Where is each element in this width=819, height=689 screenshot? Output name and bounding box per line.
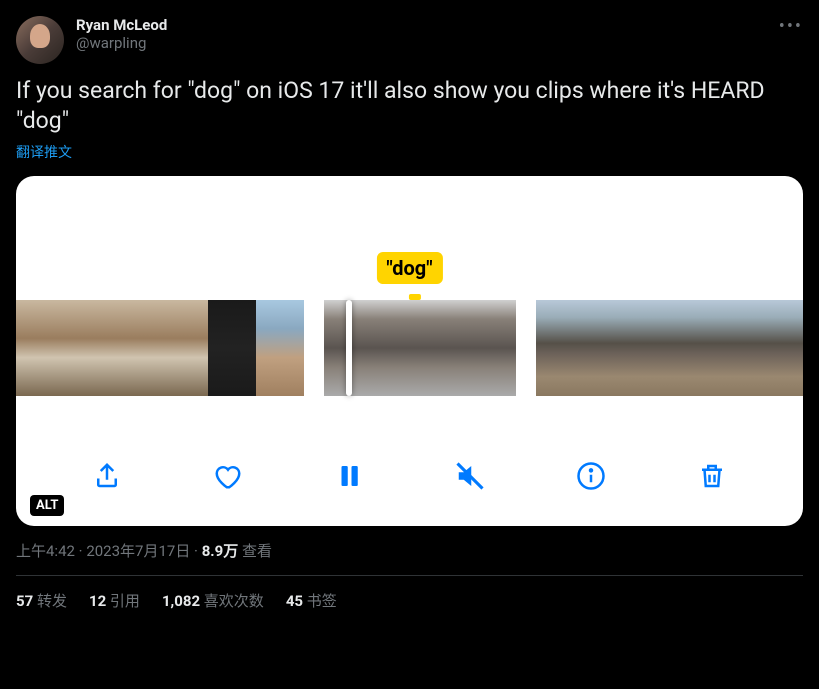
video-timeline[interactable] [16,300,803,396]
pause-button[interactable] [329,456,369,496]
bookmarks-count: 45 [286,592,303,610]
quotes-label: 引用 [110,592,140,610]
info-button[interactable] [571,456,611,496]
thumbnail [680,300,728,396]
likes-label: 喜欢次数 [204,592,264,610]
mute-icon [455,461,485,491]
translate-link[interactable]: 翻译推文 [16,142,803,162]
thumbnail [256,300,304,396]
search-tag-label: "dog" [376,252,442,284]
clip-group [324,300,516,396]
thumbnail [632,300,680,396]
avatar[interactable] [16,16,64,64]
share-icon [92,461,122,491]
retweets-stat[interactable]: 57 转发 [16,590,67,611]
retweets-count: 57 [16,592,33,610]
like-button[interactable] [208,456,248,496]
quotes-stat[interactable]: 12 引用 [89,590,140,611]
stats-line: 57 转发 12 引用 1,082 喜欢次数 45 书签 [16,576,803,625]
bookmarks-stat[interactable]: 45 书签 [286,590,337,611]
alt-badge[interactable]: ALT [30,495,64,516]
quotes-count: 12 [89,592,106,610]
tweet-header: Ryan McLeod @warpling [16,16,803,64]
thumbnail [468,300,516,396]
thumbnail [420,300,468,396]
info-icon [576,461,606,491]
likes-stat[interactable]: 1,082 喜欢次数 [162,590,264,611]
thumbnail [584,300,632,396]
thumbnail [776,300,803,396]
clip-group [16,300,304,396]
views-count: 8.9万 [202,542,239,560]
tweet-text: If you search for "dog" on iOS 17 it'll … [16,76,803,136]
likes-count: 1,082 [162,592,200,610]
heart-icon [213,461,243,491]
thumbnail [64,300,112,396]
more-icon[interactable]: ••• [779,16,803,37]
thumbnail [160,300,208,396]
trash-icon [697,461,727,491]
display-name: Ryan McLeod [76,16,803,34]
retweets-label: 转发 [37,592,67,610]
media-toolbar [16,456,803,496]
views-label: 查看 [242,542,272,560]
thumbnail [112,300,160,396]
bookmarks-label: 书签 [307,592,337,610]
delete-button[interactable] [692,456,732,496]
tweet-date[interactable]: 2023年7月17日 [86,542,190,560]
mute-button[interactable] [450,456,490,496]
thumbnail [208,300,256,396]
user-info[interactable]: Ryan McLeod @warpling [76,16,803,52]
tweet-time[interactable]: 上午4:42 [16,542,75,560]
media-card[interactable]: "dog" [16,176,803,526]
thumbnail [536,300,584,396]
thumbnail [16,300,64,396]
user-handle: @warpling [76,34,803,52]
meta-line: 上午4:42 · 2023年7月17日 · 8.9万 查看 [16,540,803,576]
share-button[interactable] [87,456,127,496]
playhead-icon[interactable] [346,300,352,396]
thumbnail [372,300,420,396]
pause-icon [334,461,364,491]
thumbnail [728,300,776,396]
clip-group [536,300,803,396]
tweet-container: ••• Ryan McLeod @warpling If you search … [0,0,819,641]
